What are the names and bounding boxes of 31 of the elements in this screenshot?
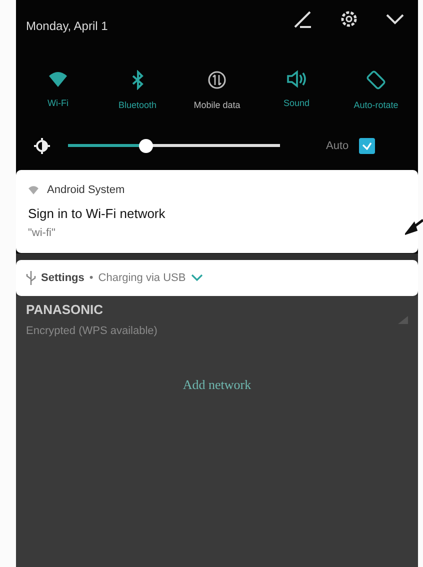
quick-setting-tile[interactable]: Sound — [258, 70, 334, 110]
notification-card[interactable]: Android System Sign in to Wi-Fi network "wi-fi" — [16, 170, 418, 253]
wifi-icon — [28, 185, 39, 195]
auto-label: Auto — [326, 140, 349, 152]
network-status: Encrypted (WPS available) — [26, 325, 158, 337]
quick-setting-tile[interactable]: Wi-Fi — [20, 70, 96, 110]
slider-thumb[interactable] — [139, 139, 154, 153]
rotate-icon — [366, 70, 386, 90]
notification-title: Sign in to Wi-Fi network — [28, 206, 166, 221]
notification-card[interactable]: Settings • Charging via USB — [16, 260, 418, 296]
add-network-button[interactable]: Add network — [174, 373, 260, 397]
auto-checkbox[interactable] — [358, 138, 375, 154]
brightness-icon — [34, 138, 50, 154]
date-text: Monday, April 1 — [26, 19, 108, 33]
signal-icon — [398, 316, 408, 324]
notification-text: Charging via USB — [98, 272, 186, 284]
notification-text: "wi-fi" — [28, 227, 56, 239]
network-name: PANASONIC — [26, 302, 104, 317]
quick-setting-tile[interactable]: Mobile data — [179, 70, 255, 110]
checkmark-icon — [362, 142, 372, 150]
quick-setting-tile[interactable]: Auto-rotate — [338, 70, 414, 110]
wifi-icon — [48, 70, 68, 88]
usb-icon — [26, 271, 36, 285]
speaker-icon — [286, 70, 308, 88]
separator-text: • — [89, 272, 94, 284]
app-name: Settings — [41, 272, 84, 284]
pointer-arrow — [405, 218, 423, 236]
quick-setting-tile[interactable]: Bluetooth — [100, 70, 176, 110]
bluetooth-icon — [130, 70, 144, 90]
app-name: Android System — [47, 184, 125, 196]
arrows-circle-icon — [207, 70, 227, 90]
